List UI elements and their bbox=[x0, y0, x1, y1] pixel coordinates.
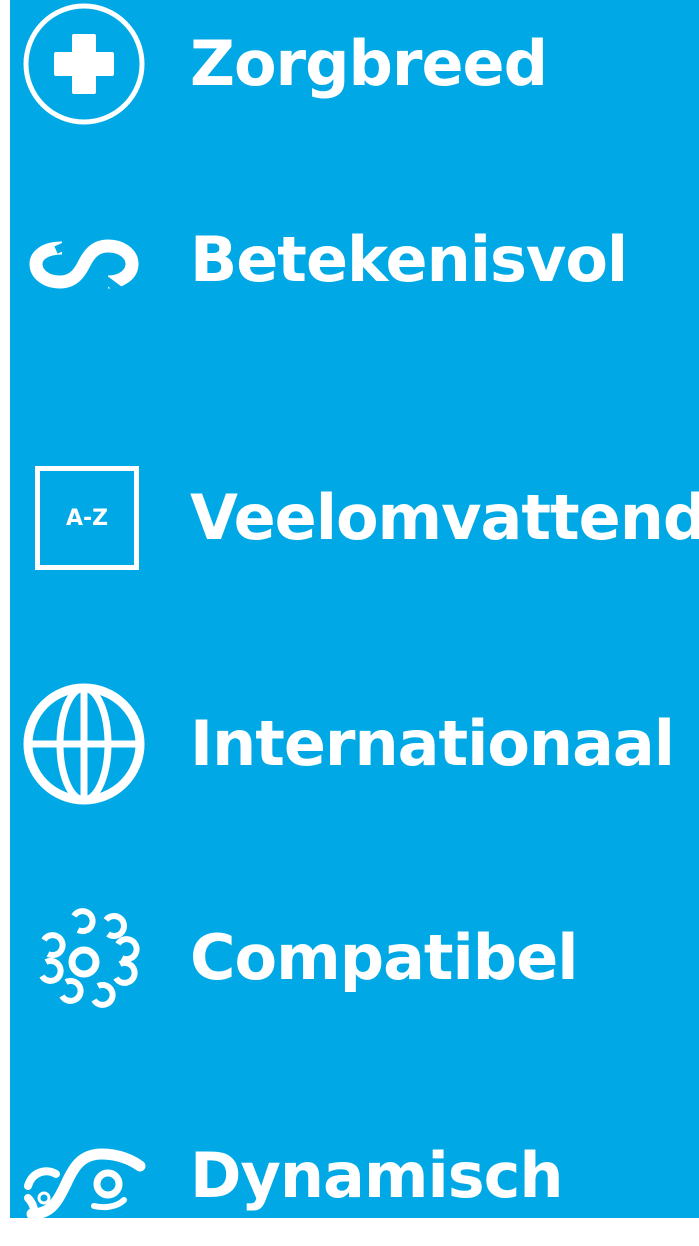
feature-label: Compatibel bbox=[190, 921, 578, 994]
wave-icon bbox=[22, 1114, 146, 1238]
feature-label: Zorgbreed bbox=[190, 27, 548, 100]
feature-item-betekenisvol: Betekenisvol bbox=[22, 190, 628, 330]
feature-label: Internationaal bbox=[190, 707, 675, 780]
feature-item-compatibel: Compatibel bbox=[22, 888, 578, 1028]
linked-rings-icon bbox=[22, 896, 146, 1020]
a-z-text: A-Z bbox=[65, 505, 109, 531]
feature-item-veelomvattend: A-Z Veelomvattend bbox=[22, 448, 699, 588]
feature-item-dynamisch: Dynamisch bbox=[22, 1106, 564, 1246]
feature-item-internationaal: Internationaal bbox=[22, 674, 675, 814]
feature-label: Dynamisch bbox=[190, 1139, 564, 1212]
medical-cross-icon bbox=[22, 2, 146, 126]
feature-item-zorgbreed: Zorgbreed bbox=[22, 0, 548, 134]
feature-label: Veelomvattend bbox=[190, 481, 699, 554]
globe-icon bbox=[22, 682, 146, 806]
feature-panel: Zorgbreed Betekenisvol A-Z Veelomvattend bbox=[10, 0, 699, 1222]
feature-label: Betekenisvol bbox=[190, 223, 628, 296]
infinity-icon bbox=[22, 198, 146, 322]
a-z-index-icon: A-Z bbox=[22, 456, 146, 580]
